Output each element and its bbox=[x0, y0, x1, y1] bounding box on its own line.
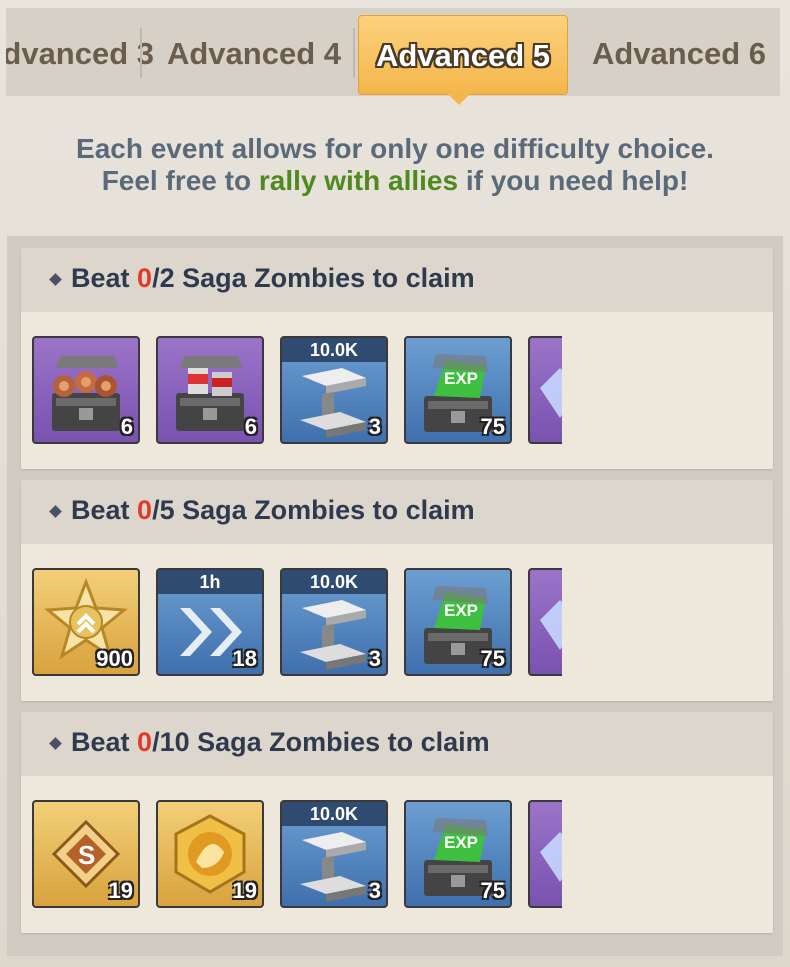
reward-list: 6 6 10.0K 3 EXP 75 bbox=[32, 336, 562, 450]
reward-count: 3 bbox=[368, 646, 381, 671]
tab-divider bbox=[140, 28, 142, 78]
reward-item[interactable]: 10.0K 3 bbox=[280, 800, 388, 908]
svg-text:EXP: EXP bbox=[444, 601, 478, 620]
task-header: Beat 0/5 Saga Zombies to claim bbox=[21, 480, 773, 544]
info-text: if you need help! bbox=[458, 165, 689, 196]
task-progress: 0 bbox=[137, 263, 153, 293]
reward-amount-tag: 10.0K bbox=[282, 570, 386, 594]
reward-item[interactable]: S 19 bbox=[32, 800, 140, 908]
task-prefix: Beat bbox=[71, 495, 138, 525]
bullet-diamond-icon bbox=[49, 273, 62, 286]
bullet-diamond-icon bbox=[49, 505, 62, 518]
reward-amount-tag: 1h bbox=[158, 570, 262, 594]
info-line-2: Feel free to rally with allies if you ne… bbox=[0, 165, 790, 197]
reward-item[interactable]: 19 bbox=[156, 800, 264, 908]
task-title: Beat 0/5 Saga Zombies to claim bbox=[71, 495, 475, 526]
reward-count: 6 bbox=[120, 414, 133, 439]
reward-count: 75 bbox=[480, 414, 505, 439]
active-tab-pointer-icon bbox=[448, 94, 470, 105]
task-progress: 0 bbox=[137, 495, 153, 525]
info-text: Feel free to bbox=[101, 165, 259, 196]
tab-advanced-5[interactable]: Advanced 5 bbox=[358, 15, 568, 95]
reward-count: 19 bbox=[232, 878, 257, 903]
reward-item[interactable]: 6 bbox=[32, 336, 140, 444]
event-info-text: Each event allows for only one difficult… bbox=[0, 133, 790, 197]
svg-text:EXP: EXP bbox=[444, 833, 478, 852]
task-progress: 0 bbox=[137, 727, 153, 757]
bullet-diamond-icon bbox=[49, 737, 62, 750]
difficulty-tab-bar: Advanced 3 Advanced 4 Advanced 5 Advance… bbox=[6, 8, 780, 96]
reward-item[interactable] bbox=[528, 800, 562, 908]
reward-amount-tag: 10.0K bbox=[282, 338, 386, 362]
task-goal: /10 Saga Zombies to claim bbox=[152, 727, 490, 757]
reward-count: 3 bbox=[368, 878, 381, 903]
task-title: Beat 0/2 Saga Zombies to claim bbox=[71, 263, 475, 294]
reward-count: 75 bbox=[480, 878, 505, 903]
tab-advanced-6[interactable]: Advanced 6 bbox=[576, 8, 780, 96]
reward-item[interactable] bbox=[528, 568, 562, 676]
reward-item[interactable]: 10.0K 3 bbox=[280, 568, 388, 676]
reward-item[interactable]: 1h 18 bbox=[156, 568, 264, 676]
task-header: Beat 0/10 Saga Zombies to claim bbox=[21, 712, 773, 776]
task-card: Beat 0/10 Saga Zombies to claim S 19 19 10.… bbox=[21, 712, 773, 933]
reward-item[interactable]: 900 bbox=[32, 568, 140, 676]
reward-item[interactable]: EXP 75 bbox=[404, 336, 512, 444]
reward-count: 18 bbox=[232, 646, 257, 671]
reward-item[interactable]: EXP 75 bbox=[404, 800, 512, 908]
reward-count: 3 bbox=[368, 414, 381, 439]
reward-count: 6 bbox=[244, 414, 257, 439]
tasks-panel: Beat 0/2 Saga Zombies to claim 6 6 10.0K 3 E… bbox=[7, 236, 783, 956]
info-line-1: Each event allows for only one difficult… bbox=[76, 133, 714, 164]
task-header: Beat 0/2 Saga Zombies to claim bbox=[21, 248, 773, 312]
task-goal: /2 Saga Zombies to claim bbox=[152, 263, 475, 293]
tab-divider bbox=[353, 28, 355, 78]
task-title: Beat 0/10 Saga Zombies to claim bbox=[71, 727, 490, 758]
reward-item[interactable]: 6 bbox=[156, 336, 264, 444]
task-card: Beat 0/2 Saga Zombies to claim 6 6 10.0K 3 E… bbox=[21, 248, 773, 469]
reward-item[interactable]: 10.0K 3 bbox=[280, 336, 388, 444]
reward-amount-tag: 10.0K bbox=[282, 802, 386, 826]
reward-list: S 19 19 10.0K 3 EXP 75 bbox=[32, 800, 562, 914]
tab-advanced-3[interactable]: Advanced 3 bbox=[6, 8, 154, 96]
reward-count: 75 bbox=[480, 646, 505, 671]
reward-list: 900 1h 18 10.0K 3 EXP 75 bbox=[32, 568, 562, 682]
reward-item[interactable]: EXP 75 bbox=[404, 568, 512, 676]
reward-count: 900 bbox=[96, 646, 133, 671]
task-prefix: Beat bbox=[71, 727, 138, 757]
svg-text:EXP: EXP bbox=[444, 369, 478, 388]
task-prefix: Beat bbox=[71, 263, 138, 293]
svg-text:S: S bbox=[78, 840, 95, 870]
reward-count: 19 bbox=[108, 878, 133, 903]
task-card: Beat 0/5 Saga Zombies to claim 900 1h 18 10… bbox=[21, 480, 773, 701]
tab-advanced-4[interactable]: Advanced 4 bbox=[150, 8, 358, 96]
reward-item[interactable] bbox=[528, 336, 562, 444]
task-goal: /5 Saga Zombies to claim bbox=[152, 495, 475, 525]
rally-highlight: rally with allies bbox=[258, 165, 459, 196]
